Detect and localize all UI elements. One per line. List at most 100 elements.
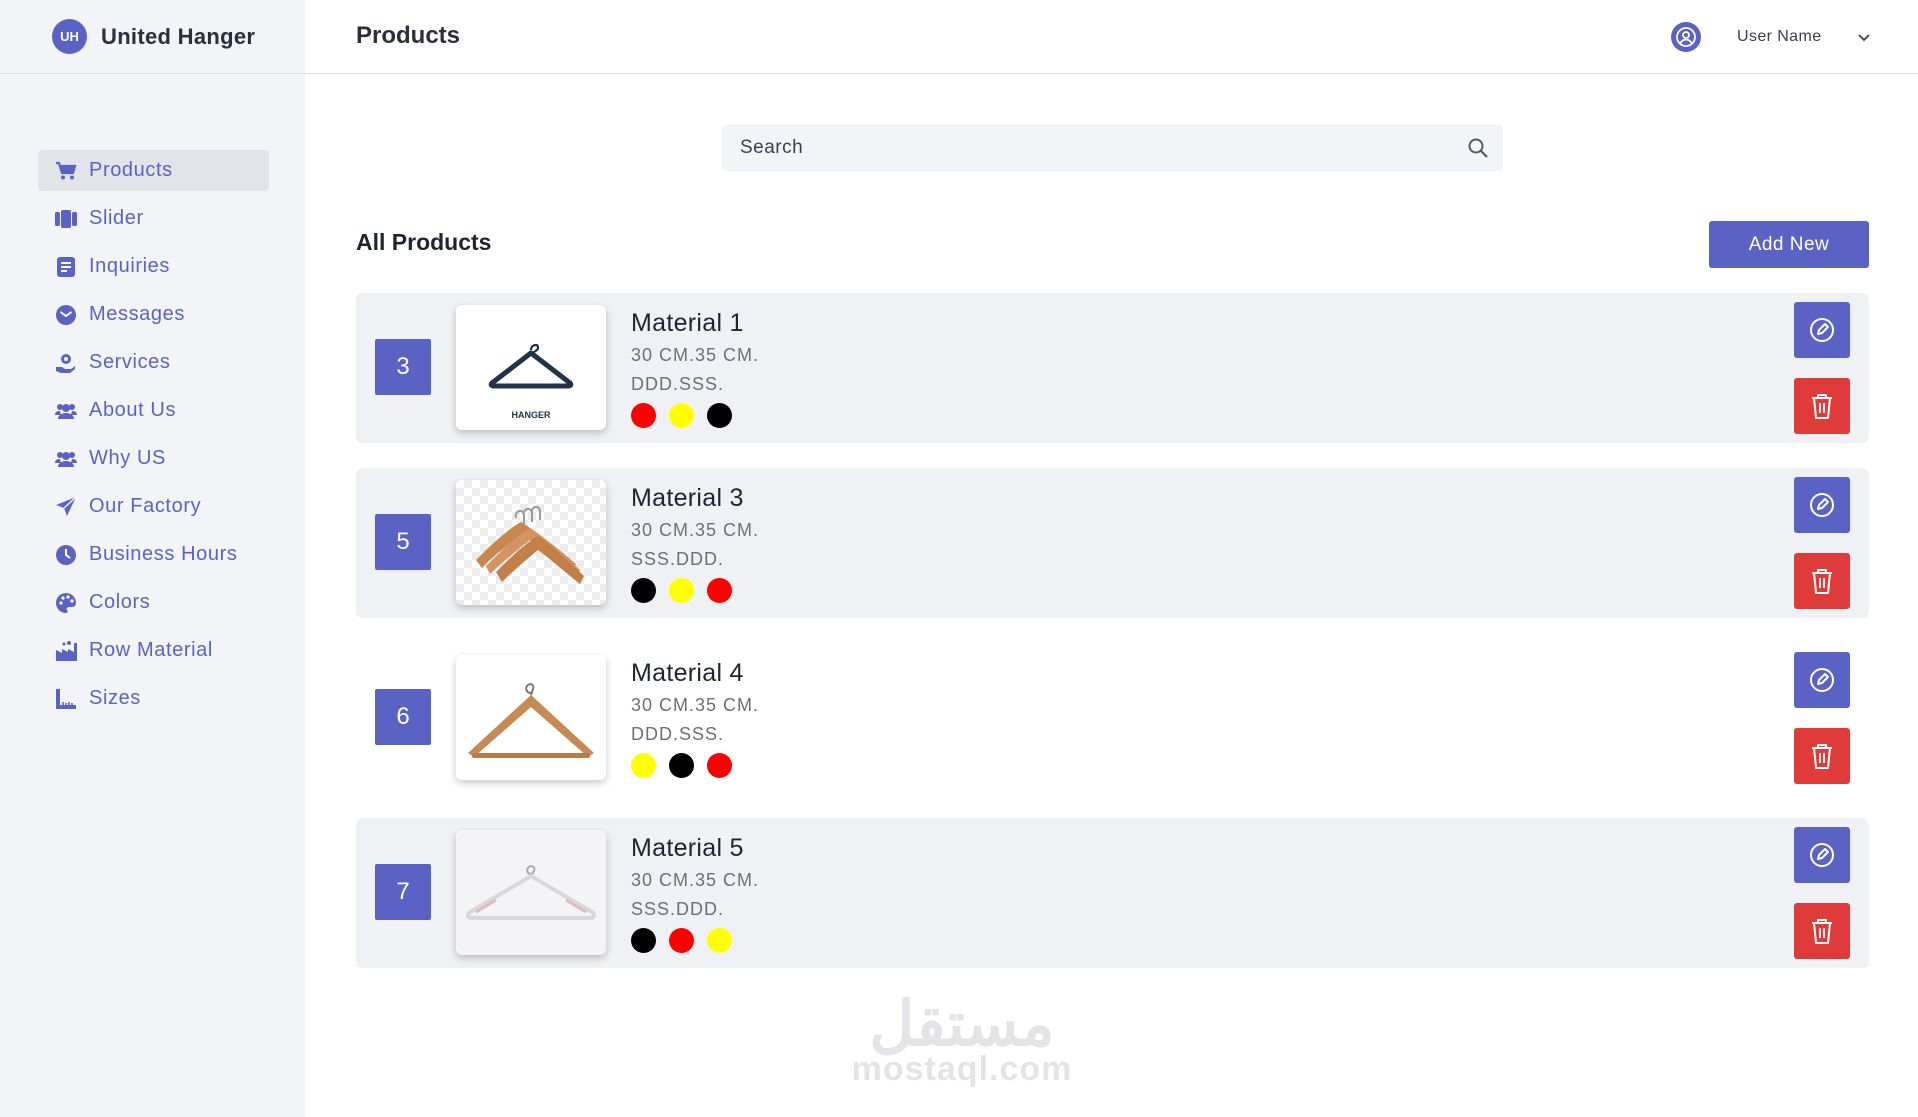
trash-icon <box>1812 394 1832 419</box>
sidebar-nav: Products Slider Inquiries Messages Servi… <box>38 150 269 726</box>
top-header: Products User Name <box>305 0 1918 74</box>
edit-icon <box>1810 493 1834 517</box>
sidebar-item-label: Row Material <box>89 639 213 661</box>
trash-icon <box>1812 744 1832 769</box>
color-swatch <box>707 928 732 953</box>
sidebar-item-label: Business Hours <box>89 543 238 565</box>
trash-icon <box>1812 919 1832 944</box>
product-name: Material 5 <box>631 834 744 862</box>
chevron-down-icon[interactable] <box>1855 28 1873 46</box>
hand-gear-icon <box>55 352 77 374</box>
product-size: 30 CM.35 CM. <box>631 870 760 890</box>
product-code: SSS.DDD. <box>631 899 725 919</box>
document-icon <box>55 256 77 278</box>
delete-button[interactable] <box>1794 553 1850 609</box>
color-swatches <box>631 928 732 953</box>
color-swatch <box>669 403 694 428</box>
brand-name: United Hanger <box>101 23 256 49</box>
product-image <box>456 830 606 955</box>
sidebar-item-label: Why US <box>89 447 166 469</box>
section-title: All Products <box>356 229 492 255</box>
sidebar-item-products[interactable]: Products <box>38 150 269 191</box>
product-number: 3 <box>375 339 431 395</box>
message-icon <box>55 304 77 326</box>
color-swatches <box>631 753 732 778</box>
sidebar-item-slider[interactable]: Slider <box>38 198 269 239</box>
palette-icon <box>55 592 77 614</box>
sidebar-item-services[interactable]: Services <box>38 342 269 383</box>
sidebar-item-sizes[interactable]: Sizes <box>38 678 269 719</box>
sidebar-item-label: Colors <box>89 591 151 613</box>
search-bar <box>722 125 1503 171</box>
color-swatch <box>669 578 694 603</box>
clock-icon <box>55 544 77 566</box>
edit-icon <box>1810 843 1834 867</box>
product-name: Material 4 <box>631 659 744 687</box>
edit-button[interactable] <box>1794 652 1850 708</box>
color-swatch <box>707 403 732 428</box>
sidebar-item-our-factory[interactable]: Our Factory <box>38 486 269 527</box>
sidebar-item-business-hours[interactable]: Business Hours <box>38 534 269 575</box>
product-card: 6 Material 4 30 CM.35 CM. DDD.SSS. <box>356 643 1869 793</box>
color-swatch <box>707 578 732 603</box>
edit-icon <box>1810 668 1834 692</box>
user-avatar[interactable] <box>1671 22 1701 52</box>
product-list: 3 HANGER Material 1 30 CM.35 CM. DDD.SSS… <box>356 293 1869 993</box>
product-number: 7 <box>375 864 431 920</box>
delete-button[interactable] <box>1794 728 1850 784</box>
slider-icon <box>55 208 77 230</box>
color-swatch <box>707 753 732 778</box>
app: UH United Hanger Products Slider Inquiri… <box>0 0 1918 1117</box>
sidebar: UH United Hanger Products Slider Inquiri… <box>0 0 305 1117</box>
ruler-icon <box>55 688 77 710</box>
watermark-latin: mostaql.com <box>851 1050 1073 1088</box>
color-swatch <box>631 403 656 428</box>
page-title: Products <box>356 22 461 49</box>
brand-logo: UH <box>52 19 87 54</box>
color-swatch <box>631 753 656 778</box>
search-input[interactable] <box>722 125 1503 171</box>
add-new-button[interactable]: Add New <box>1709 221 1869 268</box>
sidebar-item-about-us[interactable]: About Us <box>38 390 269 431</box>
product-name: Material 1 <box>631 309 744 337</box>
product-card: 3 HANGER Material 1 30 CM.35 CM. DDD.SSS… <box>356 293 1869 443</box>
trash-icon <box>1812 569 1832 594</box>
product-number: 6 <box>375 689 431 745</box>
product-image <box>456 655 606 780</box>
color-swatch <box>631 928 656 953</box>
user-name[interactable]: User Name <box>1737 28 1822 46</box>
edit-button[interactable] <box>1794 477 1850 533</box>
delete-button[interactable] <box>1794 378 1850 434</box>
product-card: 5 Material 3 30 CM.35 CM. SSS.DDD. <box>356 468 1869 618</box>
product-card: 7 Material 5 30 CM.35 CM. SSS.DDD. <box>356 818 1869 968</box>
product-name: Material 3 <box>631 484 744 512</box>
sidebar-item-label: About Us <box>89 399 177 421</box>
sidebar-item-label: Inquiries <box>89 255 170 277</box>
sidebar-item-row-material[interactable]: Row Material <box>38 630 269 671</box>
search-icon[interactable] <box>1467 137 1489 159</box>
brand[interactable]: UH United Hanger <box>0 0 305 74</box>
hanger-logo-text: HANGER <box>511 410 551 420</box>
edit-icon <box>1810 318 1834 342</box>
sidebar-item-label: Products <box>89 159 173 181</box>
watermark: مستقل mostaql.com <box>842 990 1082 1089</box>
product-size: 30 CM.35 CM. <box>631 345 760 365</box>
cart-icon <box>55 160 77 182</box>
product-number: 5 <box>375 514 431 570</box>
product-size: 30 CM.35 CM. <box>631 695 760 715</box>
edit-button[interactable] <box>1794 302 1850 358</box>
color-swatch <box>669 928 694 953</box>
delete-button[interactable] <box>1794 903 1850 959</box>
sidebar-item-messages[interactable]: Messages <box>38 294 269 335</box>
users-icon <box>55 448 77 470</box>
sidebar-item-inquiries[interactable]: Inquiries <box>38 246 269 287</box>
product-code: SSS.DDD. <box>631 549 725 569</box>
product-code: DDD.SSS. <box>631 374 725 394</box>
edit-button[interactable] <box>1794 827 1850 883</box>
sidebar-item-why-us[interactable]: Why US <box>38 438 269 479</box>
color-swatch <box>631 578 656 603</box>
sidebar-item-label: Our Factory <box>89 495 202 517</box>
product-code: DDD.SSS. <box>631 724 725 744</box>
product-image: HANGER <box>456 305 606 430</box>
sidebar-item-colors[interactable]: Colors <box>38 582 269 623</box>
